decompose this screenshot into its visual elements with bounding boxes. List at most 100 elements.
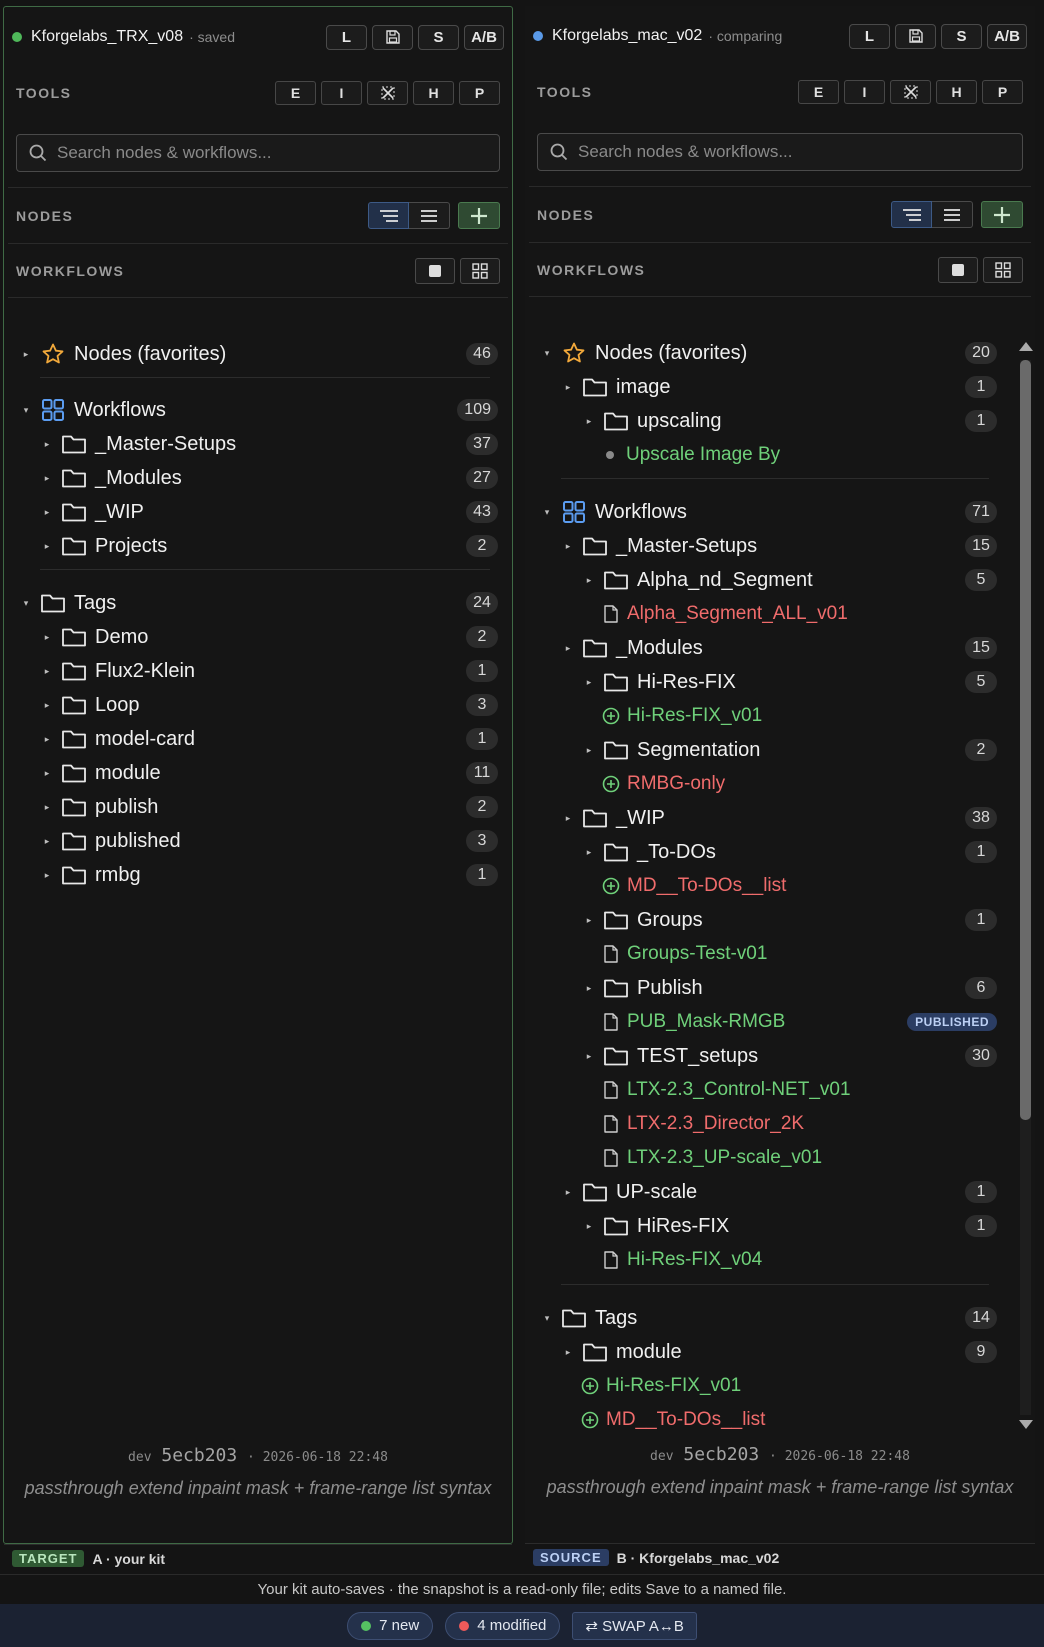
tree-row-nodes-favorites[interactable]: ▾ Nodes (favorites) 20 — [525, 336, 1011, 370]
tree-row-ltx-2-3-director-2k[interactable]: LTX-2.3_Director_2K — [525, 1107, 1011, 1141]
caret-down-icon[interactable]: ▾ — [18, 598, 34, 609]
tool-p-button[interactable]: P — [982, 80, 1023, 104]
tree-row-wip[interactable]: ▸ _WIP 43 — [4, 495, 512, 529]
tree-row-publish[interactable]: ▸ publish 2 — [4, 790, 512, 824]
caret-right-icon[interactable]: ▸ — [560, 1187, 576, 1198]
tree-view-button[interactable] — [891, 201, 932, 228]
tree-row-hi-res-fix-v04[interactable]: Hi-Res-FIX_v04 — [525, 1243, 1011, 1277]
save-icon-button[interactable] — [372, 24, 413, 50]
save-as-button[interactable]: S — [418, 24, 459, 50]
caret-right-icon[interactable]: ▸ — [560, 541, 576, 552]
tree-row-md-to-dos-list[interactable]: MD__To-DOs__list — [525, 869, 1011, 903]
tree-row-master-setups[interactable]: ▸ _Master-Setups 15 — [525, 529, 1011, 563]
tree-row-workflows[interactable]: ▾ Workflows 71 — [525, 495, 1011, 529]
save-icon-button[interactable] — [895, 23, 936, 49]
tree-row-module[interactable]: ▸ module 11 — [4, 756, 512, 790]
list-view-button[interactable] — [932, 201, 973, 228]
search-box[interactable] — [537, 133, 1023, 171]
list-view-button[interactable] — [409, 202, 450, 229]
tool-p-button[interactable]: P — [459, 81, 500, 105]
add-node-button[interactable] — [458, 202, 500, 229]
tree-row-tags[interactable]: ▾ Tags 24 — [4, 586, 512, 620]
search-box[interactable] — [16, 134, 500, 172]
tree-row-model-card[interactable]: ▸ model-card 1 — [4, 722, 512, 756]
caret-right-icon[interactable]: ▸ — [39, 734, 55, 745]
caret-right-icon[interactable]: ▸ — [18, 349, 34, 360]
caret-right-icon[interactable]: ▸ — [581, 847, 597, 858]
caret-right-icon[interactable]: ▸ — [560, 382, 576, 393]
tree-row-tags[interactable]: ▾ Tags 14 — [525, 1301, 1011, 1335]
caret-right-icon[interactable]: ▸ — [39, 768, 55, 779]
caret-right-icon[interactable]: ▸ — [581, 1051, 597, 1062]
caret-right-icon[interactable]: ▸ — [581, 416, 597, 427]
tree-row-master-setups[interactable]: ▸ _Master-Setups 37 — [4, 427, 512, 461]
ab-compare-button[interactable]: A/B — [464, 24, 504, 50]
tool-i-button[interactable]: I — [321, 81, 362, 105]
tree-row-loop[interactable]: ▸ Loop 3 — [4, 688, 512, 722]
caret-right-icon[interactable]: ▸ — [39, 632, 55, 643]
scroll-down-arrow-icon[interactable] — [1019, 1420, 1033, 1429]
caret-right-icon[interactable]: ▸ — [581, 983, 597, 994]
tree-row-hi-res-fix-v01[interactable]: Hi-Res-FIX_v01 — [525, 699, 1011, 733]
tree-row-hi-res-fix-v01[interactable]: Hi-Res-FIX_v01 — [525, 1369, 1011, 1403]
tool-cross-button[interactable] — [890, 80, 931, 104]
tree-row-rmbg[interactable]: ▸ rmbg 1 — [4, 858, 512, 892]
tree-row-hi-res-fix[interactable]: ▸ Hi-Res-FIX 5 — [525, 665, 1011, 699]
save-as-button[interactable]: S — [941, 23, 982, 49]
tree-row-pub-mask-rmgb[interactable]: PUB_Mask-RMGB PUBLISHED — [525, 1005, 1011, 1039]
tree-row-to-dos[interactable]: ▸ _To-DOs 1 — [525, 835, 1011, 869]
tree-row-modules[interactable]: ▸ _Modules 15 — [525, 631, 1011, 665]
single-view-button[interactable] — [415, 257, 455, 284]
tree-row-published[interactable]: ▸ published 3 — [4, 824, 512, 858]
caret-right-icon[interactable]: ▸ — [39, 541, 55, 552]
tree-row-nodes-favorites[interactable]: ▸ Nodes (favorites) 46 — [4, 337, 512, 371]
caret-right-icon[interactable]: ▸ — [560, 1347, 576, 1358]
tree-row-wip[interactable]: ▸ _WIP 38 — [525, 801, 1011, 835]
caret-right-icon[interactable]: ▸ — [39, 870, 55, 881]
caret-down-icon[interactable]: ▾ — [539, 507, 555, 518]
tree-row-demo[interactable]: ▸ Demo 2 — [4, 620, 512, 654]
swap-ab-button[interactable]: ⇄ SWAP A↔B — [572, 1611, 697, 1640]
load-button[interactable]: L — [326, 24, 367, 50]
tool-e-button[interactable]: E — [798, 80, 839, 104]
tree-row-module[interactable]: ▸ module 9 — [525, 1335, 1011, 1369]
caret-right-icon[interactable]: ▸ — [581, 915, 597, 926]
tree-row-groups-test-v01[interactable]: Groups-Test-v01 — [525, 937, 1011, 971]
caret-right-icon[interactable]: ▸ — [39, 836, 55, 847]
tree-row-publish[interactable]: ▸ Publish 6 — [525, 971, 1011, 1005]
caret-down-icon[interactable]: ▾ — [18, 405, 34, 416]
tool-h-button[interactable]: H — [413, 81, 454, 105]
tool-h-button[interactable]: H — [936, 80, 977, 104]
tool-cross-button[interactable] — [367, 81, 408, 105]
tree-view-button[interactable] — [368, 202, 409, 229]
caret-down-icon[interactable]: ▾ — [539, 348, 555, 359]
search-input[interactable] — [578, 142, 978, 162]
tool-e-button[interactable]: E — [275, 81, 316, 105]
tree-row-ltx-2-3-control-net-v01[interactable]: LTX-2.3_Control-NET_v01 — [525, 1073, 1011, 1107]
caret-right-icon[interactable]: ▸ — [39, 507, 55, 518]
caret-right-icon[interactable]: ▸ — [581, 745, 597, 756]
caret-right-icon[interactable]: ▸ — [39, 473, 55, 484]
scroll-up-arrow-icon[interactable] — [1019, 342, 1033, 351]
tree-row-hires-fix[interactable]: ▸ HiRes-FIX 1 — [525, 1209, 1011, 1243]
grid-view-button[interactable] — [460, 257, 500, 284]
tool-i-button[interactable]: I — [844, 80, 885, 104]
add-node-button[interactable] — [981, 201, 1023, 228]
tree-row-image[interactable]: ▸ image 1 — [525, 370, 1011, 404]
tree-scrollbar[interactable] — [1015, 338, 1035, 1433]
scroll-thumb[interactable] — [1020, 360, 1031, 1120]
scroll-track[interactable] — [1020, 360, 1031, 1415]
caret-right-icon[interactable]: ▸ — [560, 643, 576, 654]
tree-row-md-to-dos-list[interactable]: MD__To-DOs__list — [525, 1403, 1011, 1436]
caret-right-icon[interactable]: ▸ — [581, 677, 597, 688]
tree-row-rmbg-only[interactable]: RMBG-only — [525, 767, 1011, 801]
grid-view-button[interactable] — [983, 256, 1023, 283]
caret-right-icon[interactable]: ▸ — [39, 700, 55, 711]
tree-row-projects[interactable]: ▸ Projects 2 — [4, 529, 512, 563]
tree-row-alpha-nd-segment[interactable]: ▸ Alpha_nd_Segment 5 — [525, 563, 1011, 597]
tree-row-up-scale[interactable]: ▸ UP-scale 1 — [525, 1175, 1011, 1209]
modified-items-pill[interactable]: 4 modified — [445, 1611, 561, 1640]
load-button[interactable]: L — [849, 23, 890, 49]
caret-right-icon[interactable]: ▸ — [581, 575, 597, 586]
caret-right-icon[interactable]: ▸ — [560, 813, 576, 824]
